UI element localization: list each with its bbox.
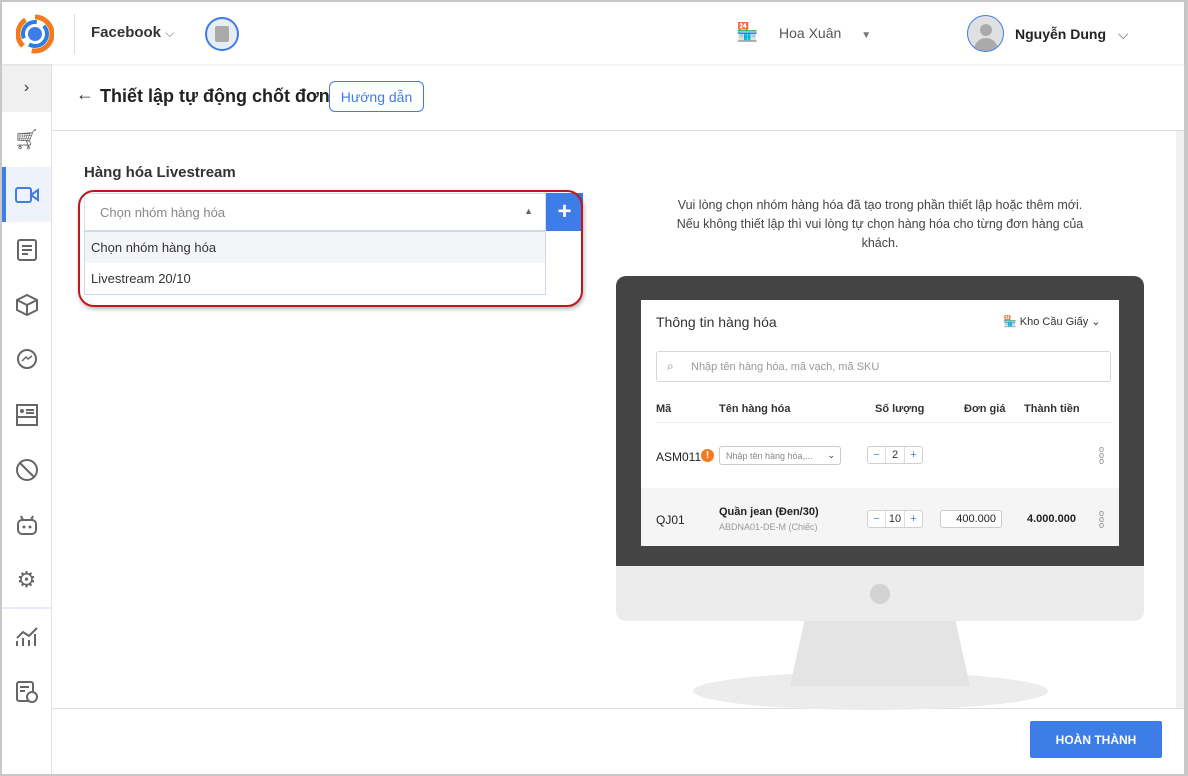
block-icon: [15, 458, 38, 481]
hint-text: Vui lòng chọn nhóm hàng hóa đã tạo trong…: [676, 198, 1084, 250]
sidebar-item-reports[interactable]: [2, 609, 51, 664]
row-qty: 10: [885, 511, 905, 527]
column-header: Số lượng: [875, 403, 925, 415]
store-selector[interactable]: Hoa Xuân ▼: [779, 25, 871, 41]
preview-search-placeholder: Nhập tên hàng hóa, mã vạch, mã SKU: [691, 361, 880, 373]
done-button[interactable]: HOÀN THÀNH: [1030, 721, 1162, 758]
sidebar-item-posts[interactable]: [2, 222, 51, 277]
user-menu[interactable]: Nguyễn Dung ⌵: [1015, 26, 1129, 43]
scrollbar[interactable]: [1176, 131, 1184, 708]
guide-button[interactable]: Hướng dẫn: [329, 81, 424, 112]
box-icon: [15, 293, 38, 316]
search-icon: ⌕: [667, 359, 674, 373]
chevron-down-icon: ⌵: [165, 26, 175, 40]
column-header: Tên hàng hóa: [719, 403, 791, 415]
channel-selector[interactable]: Facebook ⌵: [91, 24, 174, 41]
document-icon: [16, 238, 37, 261]
chart-icon: [15, 626, 38, 646]
report-clock-icon: [15, 680, 38, 703]
column-header: Mã: [656, 403, 672, 415]
sidebar-item-orders[interactable]: 🛒︎: [2, 112, 51, 167]
channel-label: Facebook: [91, 24, 162, 41]
sidebar-item-products[interactable]: [2, 277, 51, 332]
cart-icon: 🛒︎: [13, 129, 40, 151]
store-name: Hoa Xuân: [779, 25, 842, 41]
row-name: Quần jean (Đen/30): [719, 506, 819, 518]
id-card-icon: [15, 403, 38, 426]
chevron-down-icon: ⌵: [1117, 26, 1129, 42]
section-label: Hàng hóa Livestream: [84, 164, 236, 181]
warehouse-name: Kho Cầu Giấy: [1019, 316, 1089, 328]
store-icon: 🏪: [736, 22, 759, 42]
user-name: Nguyễn Dung: [1015, 26, 1106, 42]
gear-icon: ⚙: [16, 566, 37, 592]
shop-bag-icon[interactable]: [205, 17, 239, 51]
sidebar-item-settings[interactable]: ⚙: [2, 552, 51, 607]
caret-down-icon: ▼: [861, 30, 872, 41]
sidebar-item-bot[interactable]: [2, 497, 51, 552]
preview-screen: Thông tin hàng hóa 🏪 Kho Cầu Giấy ⌄ ⌕ Nhậ…: [641, 300, 1119, 546]
column-header: Thành tiền: [1024, 403, 1080, 415]
sidebar-item-customers[interactable]: [2, 387, 51, 442]
row-qty: 2: [885, 447, 905, 463]
row-code: ASM011: [656, 450, 702, 464]
sidebar-item-messenger[interactable]: [2, 332, 51, 387]
row-sku: ABDNA01-DE-M (Chiếc): [719, 522, 818, 532]
preview-title: Thông tin hàng hóa: [656, 314, 777, 330]
column-header: Đơn giá: [964, 403, 1006, 415]
robot-icon: [16, 515, 37, 535]
store-icon: 🏪: [1003, 316, 1017, 328]
row-total: 4.000.000: [1027, 513, 1076, 525]
top-header: Facebook ⌵ 🏪 Hoa Xuân ▼ Nguyễn Dung ⌵: [2, 2, 1184, 64]
video-camera-icon: [14, 186, 39, 203]
messenger-icon: [16, 348, 37, 369]
expand-sidebar-button[interactable]: ›: [2, 64, 51, 112]
footer-bar: [52, 708, 1184, 774]
row-name-placeholder: Nhập tên hàng hóa,...: [726, 451, 813, 461]
sidebar-item-livestream[interactable]: [2, 167, 51, 222]
sidebar: › 🛒︎ ⚙: [2, 64, 52, 774]
sidebar-item-history[interactable]: [2, 664, 51, 719]
sidebar-item-blocked[interactable]: [2, 442, 51, 497]
row-code: QJ01: [656, 513, 685, 527]
highlight-annotation: [78, 190, 583, 307]
row-price: 400.000: [940, 510, 1002, 528]
back-arrow-icon[interactable]: ←: [76, 84, 94, 105]
page-title: Thiết lập tự động chốt đơn: [100, 86, 330, 106]
avatar[interactable]: [967, 15, 1004, 52]
app-logo-icon[interactable]: [16, 14, 54, 54]
warning-icon: !: [701, 449, 714, 462]
